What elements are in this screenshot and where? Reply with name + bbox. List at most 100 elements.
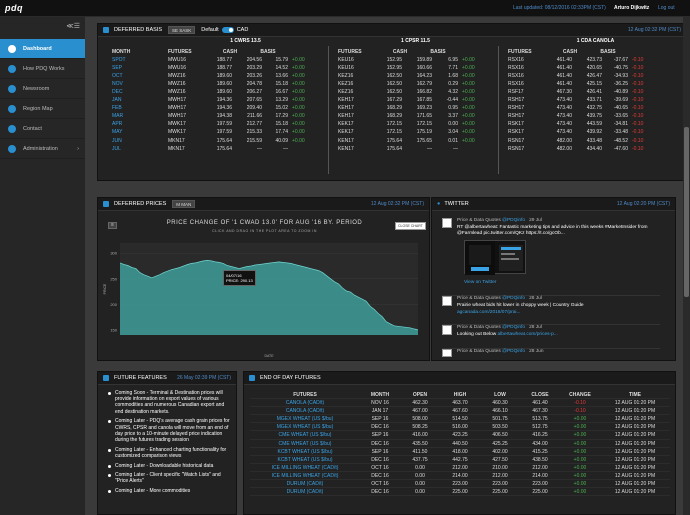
sidebar-toggle-icon[interactable]: ≪☰	[66, 22, 80, 30]
newspaper-icon	[8, 84, 16, 93]
sidebar: ≪☰ Dashboard How PDQ Works Newsroom Region …	[0, 17, 85, 515]
region-select[interactable]: M MAN	[172, 200, 196, 208]
cell: +0.00	[292, 73, 305, 80]
scrollbar-thumb[interactable]	[684, 127, 689, 297]
cell: 159.89	[416, 57, 432, 64]
cell[interactable]: ICE MILLING WHEAT (CAD/t)	[250, 464, 360, 472]
price-chart[interactable]: 150 200 250 300 PRICE DATE	[98, 235, 431, 360]
cell: 162.50	[386, 73, 402, 80]
cell: -33.65	[613, 113, 628, 120]
tweet-author: Price & Data Quotes @PDQinfo 29 Jul	[457, 218, 542, 223]
cell: -33.48	[613, 129, 628, 136]
feature-item: Coming Later - Enhanced charting functio…	[108, 447, 233, 459]
eod-futures-title: END OF DAY FUTURES	[260, 375, 321, 381]
sidebar-item-newsroom[interactable]: Newsroom	[0, 79, 85, 99]
cell: DEC 16	[371, 440, 389, 447]
cell[interactable]: KCBT WHEAT (US $/bu)	[250, 448, 360, 456]
cell: 210.00	[492, 464, 508, 471]
cell: 12 AUG 01:20 PM	[614, 464, 656, 471]
cell: 12 AUG 01:20 PM	[614, 489, 656, 496]
region-select[interactable]: SE SASK	[167, 26, 196, 34]
cell: +0.00	[462, 137, 475, 144]
cell[interactable]: CME WHEAT (US $/bu)	[250, 440, 360, 448]
sidebar-item-how-pdq-works[interactable]: How PDQ Works	[0, 59, 85, 79]
month-cell: JUL	[112, 145, 121, 152]
currency-toggle[interactable]	[221, 27, 234, 33]
cell: KEK17	[338, 121, 354, 128]
cell: 482.00	[556, 137, 572, 144]
tweet[interactable]: Price & Data Quotes @PDQinfo 29 Jul RT @…	[442, 218, 660, 288]
menu-icon[interactable]: ≡	[108, 222, 117, 229]
view-on-twitter-link[interactable]: View on Twitter	[464, 280, 496, 285]
cell: 17.74	[275, 129, 288, 136]
cell[interactable]: MGEX WHEAT (US $/bu)	[250, 423, 360, 431]
cell: 160.66	[416, 65, 432, 72]
y-tick-label: 300	[110, 251, 117, 256]
cell: +0.00	[462, 65, 475, 72]
cell: -36.25	[613, 81, 628, 88]
cell[interactable]: KCBT WHEAT (US $/bu)	[250, 456, 360, 464]
tooltip-value: PRICE: 290.13	[226, 278, 253, 283]
sidebar-item-administration[interactable]: Administration ›	[0, 139, 85, 159]
y-axis-label: PRICE	[103, 283, 107, 294]
table-row: RSF17 467.30 426.41 -40.89 -0.10	[508, 88, 688, 96]
tweet-image[interactable]	[464, 240, 526, 275]
cell: 209.40	[246, 105, 262, 112]
pdq-logo[interactable]: pdq	[5, 3, 23, 13]
cell: 162.50	[386, 81, 402, 88]
cell[interactable]: CANOLA (CAD/t)	[250, 407, 360, 415]
cell: +0.00	[573, 472, 587, 479]
cell: 214.00	[532, 472, 548, 479]
cell: 420.65	[586, 65, 602, 72]
tweet-link[interactable]: agcanada.com/2016/07/prai...	[457, 310, 520, 315]
cpsr-table: FUTURES CASH BASIS KEU16 152.95 159.89 6.95 +0.…	[338, 48, 498, 153]
cell: 0.00	[448, 121, 458, 128]
user-name[interactable]: Arturo Dijkwitz	[614, 5, 649, 11]
cell[interactable]: CANOLA (CAD/t)	[250, 399, 360, 407]
cell: MWK17	[168, 121, 186, 128]
cell: 463.70	[452, 400, 468, 407]
cell: MWZ16	[168, 89, 186, 96]
cell[interactable]: DURUM (CAD/t)	[250, 488, 360, 496]
cell: 402.00	[492, 448, 508, 455]
cell: -0.10	[632, 57, 644, 64]
cell: SEP 16	[371, 448, 389, 455]
table-row: MWZ16 189.60 204.78 15.18 +0.00	[168, 80, 328, 88]
cell: DEC 16	[371, 489, 389, 496]
cell: 12 AUG 01:20 PM	[614, 481, 656, 488]
column-divider	[328, 46, 329, 174]
table-row: RSX16 461.40 423.73 -37.67 -0.10	[508, 56, 688, 64]
cell: 175.64	[216, 137, 232, 144]
reset-chart-button[interactable]: CLOSE CHART	[395, 222, 426, 230]
tweet[interactable]: Price & Data Quotes @PDQinfo 28 Jun	[442, 348, 660, 358]
cell: 438.50	[532, 456, 548, 463]
eod-table: FUTURES MONTH OPEN HIGH LOW CLOSE CHANGE TIME CA…	[250, 391, 670, 497]
cell: MWU16	[168, 57, 187, 64]
column-header: BASIS	[260, 49, 276, 55]
tweet[interactable]: Price & Data Quotes @PDQinfo 28 Jul Look…	[442, 324, 660, 346]
cell: 427.50	[492, 456, 508, 463]
column-header: BASIS	[430, 49, 446, 55]
cell: 1.68	[448, 73, 458, 80]
cell: 434.00	[532, 440, 548, 447]
cell: -40.65	[613, 105, 628, 112]
cell: 473.40	[556, 121, 572, 128]
cell: 225.00	[452, 489, 468, 496]
cell: RSX16	[508, 73, 524, 80]
tweet[interactable]: Price & Data Quotes @PDQinfo 28 Jul Prai…	[442, 295, 660, 323]
gear-icon	[8, 144, 16, 153]
cell[interactable]: DURUM (CAD/t)	[250, 480, 360, 488]
logout-link[interactable]: Log out	[658, 5, 675, 11]
sidebar-item-contact[interactable]: Contact	[0, 119, 85, 139]
page-scrollbar[interactable]	[683, 17, 690, 515]
sidebar-item-dashboard[interactable]: Dashboard	[0, 39, 85, 59]
cell[interactable]: CME WHEAT (US $/bu)	[250, 431, 360, 439]
sidebar-item-region-map[interactable]: Region Map	[0, 99, 85, 119]
cell: 12 AUG 01:20 PM	[614, 440, 656, 447]
cell[interactable]: ICE MILLING WHEAT (CAD/t)	[250, 472, 360, 480]
cell: RSH17	[508, 113, 525, 120]
feature-item: Coming Later - Downloadable historical d…	[108, 463, 233, 469]
cell: -0.44	[446, 97, 458, 104]
cell[interactable]: MGEX WHEAT (US $/bu)	[250, 415, 360, 423]
cell: MWH17	[168, 105, 187, 112]
